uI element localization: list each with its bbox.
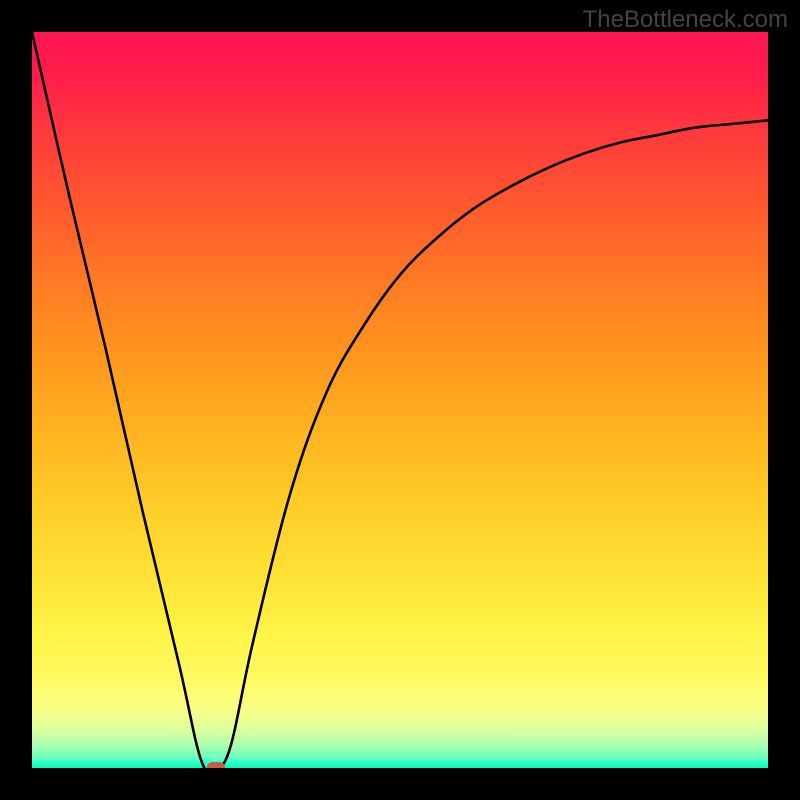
bottleneck-curve <box>32 32 768 768</box>
watermark-text: TheBottleneck.com <box>583 6 788 34</box>
curve-svg <box>32 32 768 768</box>
minimum-marker <box>207 762 225 768</box>
plot-area <box>32 32 768 768</box>
chart-container: TheBottleneck.com <box>0 0 800 800</box>
